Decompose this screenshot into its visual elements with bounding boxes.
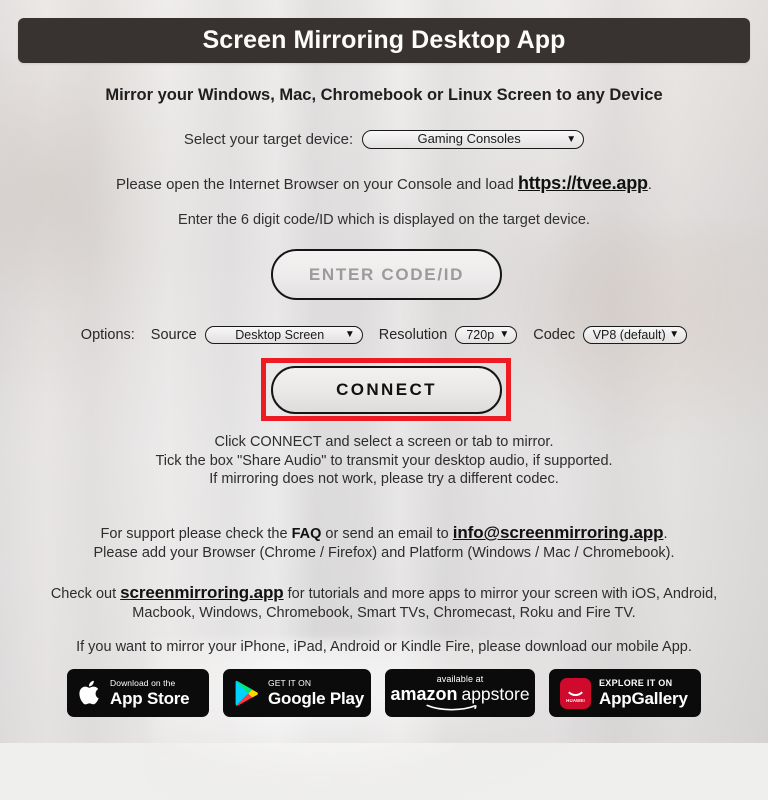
appgallery-big: AppGallery	[599, 689, 688, 708]
amazon-big-reg: appstore	[461, 684, 530, 705]
support-line-2: Please add your Browser (Chrome / Firefo…	[93, 545, 675, 561]
subtitle: Mirror your Windows, Mac, Chromebook or …	[105, 86, 663, 104]
target-device-row: Select your target device: Gaming Consol…	[0, 130, 768, 149]
appgallery-small: EXPLORE IT ON	[599, 678, 673, 688]
support-block: For support please check the FAQ or send…	[0, 523, 768, 563]
huawei-arc-icon	[565, 683, 586, 696]
amazon-big-bold: amazon	[390, 684, 458, 705]
target-device-select-wrap: Gaming Consoles ▼	[362, 130, 585, 149]
app-store-small: Download on the	[110, 678, 176, 689]
huawei-brand: HUAWEI	[566, 698, 585, 703]
support-suffix: .	[663, 526, 668, 542]
options-label: Options:	[80, 327, 135, 343]
amazon-wordmark: amazon appstore	[390, 685, 529, 704]
source-select[interactable]: Desktop Screen	[204, 326, 363, 344]
checkout-prefix: Check out	[50, 586, 121, 602]
resolution-select-wrap: 720p ▼	[455, 326, 518, 344]
support-middle: or send an email to	[321, 526, 453, 542]
open-browser-prefix: Please open the Internet Browser on your…	[116, 176, 518, 193]
code-input-wrap	[271, 249, 502, 300]
mobile-app-line: If you want to mirror your iPhone, iPad,…	[76, 639, 692, 655]
target-device-label: Select your target device:	[183, 131, 354, 148]
support-prefix: For support please check the	[100, 526, 292, 542]
faq-link[interactable]: FAQ	[292, 526, 322, 542]
checkout-block: Check out screenmirroring.app for tutori…	[0, 583, 768, 623]
resolution-label: Resolution	[378, 327, 448, 343]
open-browser-line: Please open the Internet Browser on your…	[0, 173, 768, 194]
app-store-badge[interactable]: Download on the App Store	[67, 669, 209, 717]
appgallery-badge[interactable]: HUAWEI EXPLORE IT ON AppGallery	[549, 669, 701, 717]
app-store-big: App Store	[110, 688, 190, 708]
screenmirroring-site-link[interactable]: screenmirroring.app	[120, 583, 284, 602]
app-page: Screen Mirroring Desktop App Mirror your…	[0, 0, 768, 743]
checkout-line-2: Macbook, Windows, Chromebook, Smart TVs,…	[132, 605, 636, 621]
google-play-text: GET IT ON Google Play	[268, 679, 364, 707]
open-browser-suffix: .	[647, 176, 652, 193]
instruction-line-3: If mirroring does not work, please try a…	[209, 471, 559, 487]
app-header: Screen Mirroring Desktop App	[18, 18, 750, 63]
google-play-small: GET IT ON	[268, 678, 312, 689]
google-play-icon	[234, 679, 260, 707]
instruction-line-1: Click CONNECT and select a screen or tab…	[214, 434, 554, 450]
resolution-select[interactable]: 720p	[455, 326, 518, 344]
instructions-block: Click CONNECT and select a screen or tab…	[0, 433, 768, 489]
page-title: Screen Mirroring Desktop App	[202, 26, 566, 54]
codec-select-wrap: VP8 (default) ▼	[583, 326, 688, 344]
store-badges-row: Download on the App Store GET IT ON Goog…	[0, 669, 768, 717]
appgallery-text: EXPLORE IT ON AppGallery	[599, 678, 688, 708]
codec-label: Codec	[533, 327, 576, 343]
codec-select[interactable]: VP8 (default)	[583, 326, 688, 344]
options-row: Options: Source Desktop Screen ▼ Resolut…	[0, 326, 768, 344]
amazon-smile-icon	[426, 704, 477, 711]
google-play-badge[interactable]: GET IT ON Google Play	[223, 669, 371, 717]
amazon-appstore-badge[interactable]: available at amazon appstore	[385, 669, 535, 717]
source-select-wrap: Desktop Screen ▼	[204, 326, 363, 344]
checkout-line-1: Check out screenmirroring.app for tutori…	[0, 583, 768, 604]
enter-code-input[interactable]	[271, 249, 502, 300]
amazon-text: available at amazon appstore	[390, 674, 530, 711]
connect-button[interactable]: CONNECT	[271, 366, 502, 414]
amazon-small: available at	[436, 674, 484, 685]
huawei-icon: HUAWEI	[560, 677, 591, 709]
support-email-link[interactable]: info@screenmirroring.app	[453, 523, 664, 542]
google-play-big: Google Play	[268, 688, 365, 708]
support-line-1: For support please check the FAQ or send…	[0, 523, 768, 544]
instruction-line-2: Tick the box "Share Audio" to transmit y…	[155, 452, 613, 469]
source-label: Source	[150, 327, 197, 343]
tvee-url-link[interactable]: https://tvee.app	[518, 173, 648, 193]
apple-icon	[78, 679, 102, 707]
checkout-suffix: for tutorials and more apps to mirror yo…	[283, 586, 718, 602]
target-device-select[interactable]: Gaming Consoles	[362, 130, 585, 149]
huawei-tile: HUAWEI	[560, 677, 591, 709]
code-hint-text: Enter the 6 digit code/ID which is displ…	[178, 212, 590, 228]
app-store-text: Download on the App Store	[110, 678, 190, 708]
